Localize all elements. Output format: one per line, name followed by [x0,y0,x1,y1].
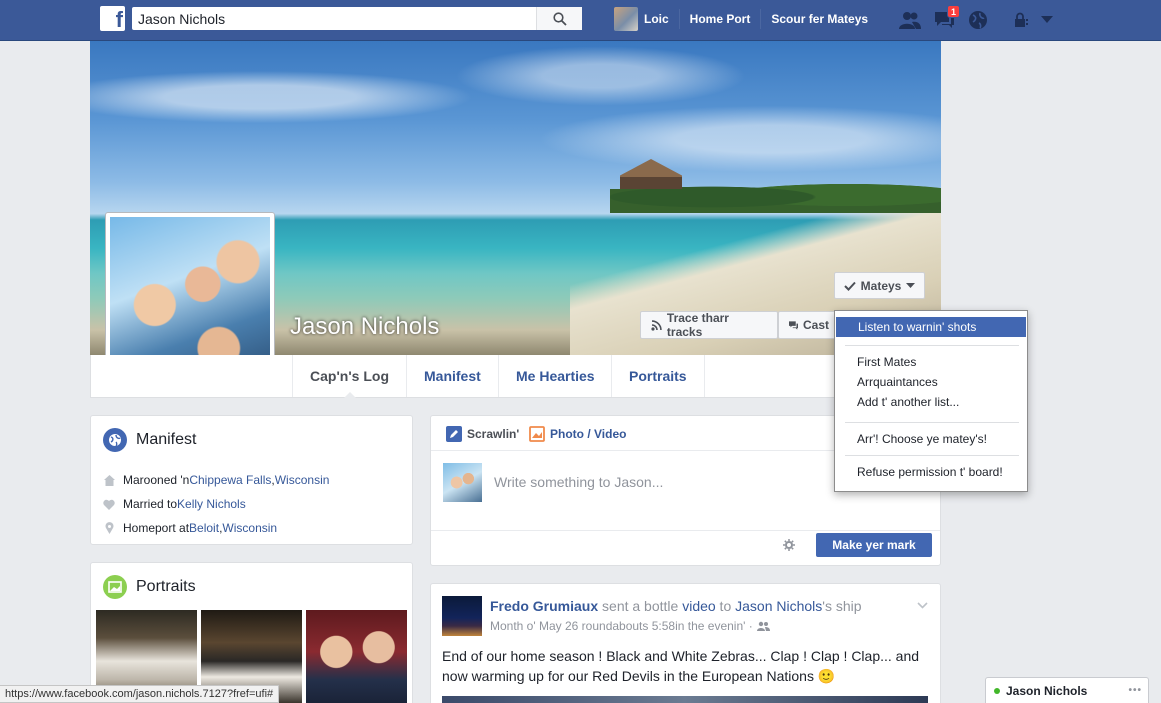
menu-item-acquaintances[interactable]: Arrquaintances [835,372,1027,392]
menu-divider [845,345,1019,346]
state-link[interactable]: Wisconsin [275,473,330,487]
home-icon [103,474,115,486]
menu-divider [845,455,1019,456]
top-navigation-bar: f Loic Home Port Scour fer Mateys 1 [0,0,1161,41]
composer-tab-status-label: Scrawlin' [467,427,520,441]
photos-icon [103,575,127,599]
message-button-label: Cast [802,318,829,332]
checkmark-icon [843,281,856,291]
cover-clouds [90,41,941,181]
menu-item-get-notifications[interactable]: Listen to warnin' shots [836,317,1026,337]
info-row-from: Homeport at Beloit, Wisconsin [103,520,277,536]
location-pin-icon [103,522,115,534]
nav-icons: 1 [898,5,1064,31]
online-status-dot [994,687,1000,694]
spouse-link[interactable]: Kelly Nichols [177,497,246,511]
post-header: Fredo Grumiaux sent a bottle video to Ja… [490,598,862,614]
profile-tabs: Cap'n's Log Manifest Me Hearties Portrai… [90,355,941,398]
post-suffix-text: 's ship [822,598,862,614]
photo-video-icon [529,426,545,442]
chat-contact-name: Jason Nichols [1006,683,1088,698]
composer-tab-status[interactable]: Scrawlin' [446,426,519,442]
pencil-icon [446,426,462,442]
post-author-link[interactable]: Fredo Grumiaux [490,598,598,614]
composer-tab-photo-label: Photo / Video [550,427,627,441]
rss-icon [651,319,662,331]
composer-tab-photo[interactable]: Photo / Video [529,426,626,442]
facebook-logo[interactable]: f [100,6,125,32]
city-link[interactable]: Chippewa Falls [189,473,271,487]
intro-card: Manifest Marooned 'n Chippewa Falls, Wis… [90,415,413,545]
menu-item-add-to-list[interactable]: Add t' another list... [835,392,1027,412]
post-to-text: to [715,598,736,614]
search-button[interactable] [536,7,582,30]
hometown-link[interactable]: Beloit [189,521,219,535]
menu-divider [845,422,1019,423]
tab-about[interactable]: Manifest [406,355,498,397]
settings-gear-icon[interactable] [783,539,795,554]
info-text: Homeport at [123,521,190,535]
account-menu-chevron-down-icon[interactable] [1040,9,1054,31]
composer-divider [431,530,940,531]
message-icon [789,320,798,330]
post-object-link[interactable]: video [682,598,715,614]
messages-icon[interactable]: 1 [932,5,960,31]
menu-item-suggest-friends[interactable]: Arr'! Choose ye matey's! [835,429,1027,449]
photos-title[interactable]: Portraits [136,578,196,596]
post-timestamp[interactable]: Month o' May 26 roundabouts 5:58in the e… [490,619,753,633]
info-text: Marooned 'n [123,473,190,487]
friends-button-label: Mateys [860,278,902,293]
follow-button[interactable]: Trace tharr tracks [640,311,778,339]
follow-button-label: Trace tharr tracks [666,311,729,339]
tab-friends[interactable]: Me Hearties [498,355,612,397]
tab-timeline[interactable]: Cap'n's Log [292,355,406,398]
post-action-text: sent a bottle [598,598,683,614]
post-meta: Month o' May 26 roundabouts 5:58in the e… [490,619,770,633]
photo-thumbnail[interactable] [306,610,407,703]
chat-more-icon[interactable]: ••• [1128,685,1142,696]
post-options-chevron-down-icon[interactable] [917,598,928,612]
post-text: End of our home season ! Black and White… [442,648,920,684]
search-box [132,7,582,30]
composer-avatar [443,463,482,502]
menu-item-close-friends[interactable]: First Mates [835,352,1027,372]
hometown-state-link[interactable]: Wisconsin [222,521,277,535]
composer-input[interactable]: Write something to Jason... [494,474,663,490]
search-icon [552,11,567,26]
profile-picture-image [110,217,270,377]
messages-badge: 1 [946,5,960,18]
friends-button[interactable]: Mateys [834,272,925,299]
friends-audience-icon [756,621,770,631]
intro-title: Manifest [136,431,197,448]
heart-icon [103,498,115,510]
post-target-link[interactable]: Jason Nichols [735,598,822,614]
info-row-married-to: Married to Kelly Nichols [103,496,246,512]
caret-down-icon [906,282,916,288]
nav-profile-link[interactable]: Loic [644,9,680,29]
user-avatar[interactable] [614,7,638,31]
post-author-avatar[interactable] [442,596,482,636]
globe-icon [103,428,127,452]
post-button[interactable]: Make yer mark [816,533,932,557]
info-row-lives-in: Marooned 'n Chippewa Falls, Wisconsin [103,472,329,488]
privacy-lock-icon[interactable] [1012,9,1030,31]
status-bar-url: https://www.facebook.com/jason.nichols.7… [0,685,280,703]
post-video-thumbnail[interactable] [442,696,928,703]
friends-dropdown-menu: Listen to warnin' shots First Mates Arrq… [834,310,1028,492]
friend-requests-icon[interactable] [898,9,922,31]
search-input[interactable] [132,7,536,30]
menu-item-unfriend[interactable]: Refuse permission t' board! [835,462,1027,482]
notifications-globe-icon[interactable] [966,9,990,31]
nav-find-friends-link[interactable]: Scour fer Mateys [761,9,878,29]
info-text: Married to [123,497,178,511]
nav-links: Loic Home Port Scour fer Mateys [614,6,878,32]
profile-name[interactable]: Jason Nichols [290,313,439,341]
nav-home-link[interactable]: Home Port [680,9,762,29]
message-button[interactable]: Cast [778,311,836,339]
tab-photos[interactable]: Portraits [611,355,705,397]
chat-tab[interactable]: Jason Nichols ••• [985,677,1149,703]
